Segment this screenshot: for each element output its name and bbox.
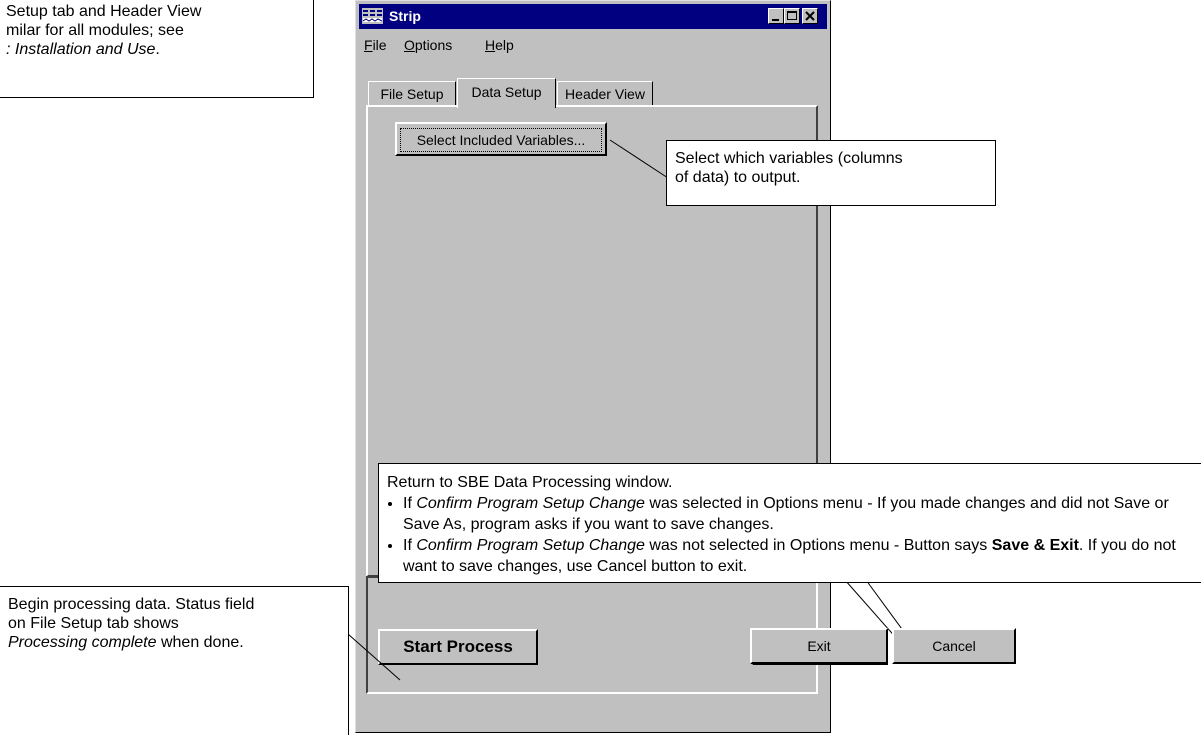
cancel-button[interactable]: Cancel [892,628,1016,664]
annotation-start-line2: on File Setup tab shows [8,615,179,632]
exit-button-visible[interactable]: Exit [750,628,888,664]
exit-button-label: Exit [807,638,831,654]
annotation-start-line1: Begin processing data. Status field [8,596,255,613]
annotation-exit: Return to SBE Data Processing window. If… [378,463,1201,583]
annotation-select-variables: Select which variables (columns of data)… [666,140,996,206]
annotation-exit-list: If Confirm Program Setup Change was sele… [387,493,1201,577]
annotation-exit-intro: Return to SBE Data Processing window. [387,474,673,491]
tab-data-setup[interactable]: Data Setup [457,78,556,108]
tab-data-setup-label: Data Setup [471,84,542,100]
annotation-exit-bullet-2: If Confirm Program Setup Change was not … [403,535,1201,577]
annotation-select-variables-line1: Select which variables (columns [675,150,903,167]
annotation-select-variables-line2: of data) to output. [675,169,801,186]
annotation-start-line3: Processing complete when done. [8,634,244,651]
cancel-button-label: Cancel [932,638,976,654]
annotation-start-process: Begin processing data. Status field on F… [0,586,349,735]
annotation-exit-bullet-1: If Confirm Program Setup Change was sele… [403,493,1201,535]
